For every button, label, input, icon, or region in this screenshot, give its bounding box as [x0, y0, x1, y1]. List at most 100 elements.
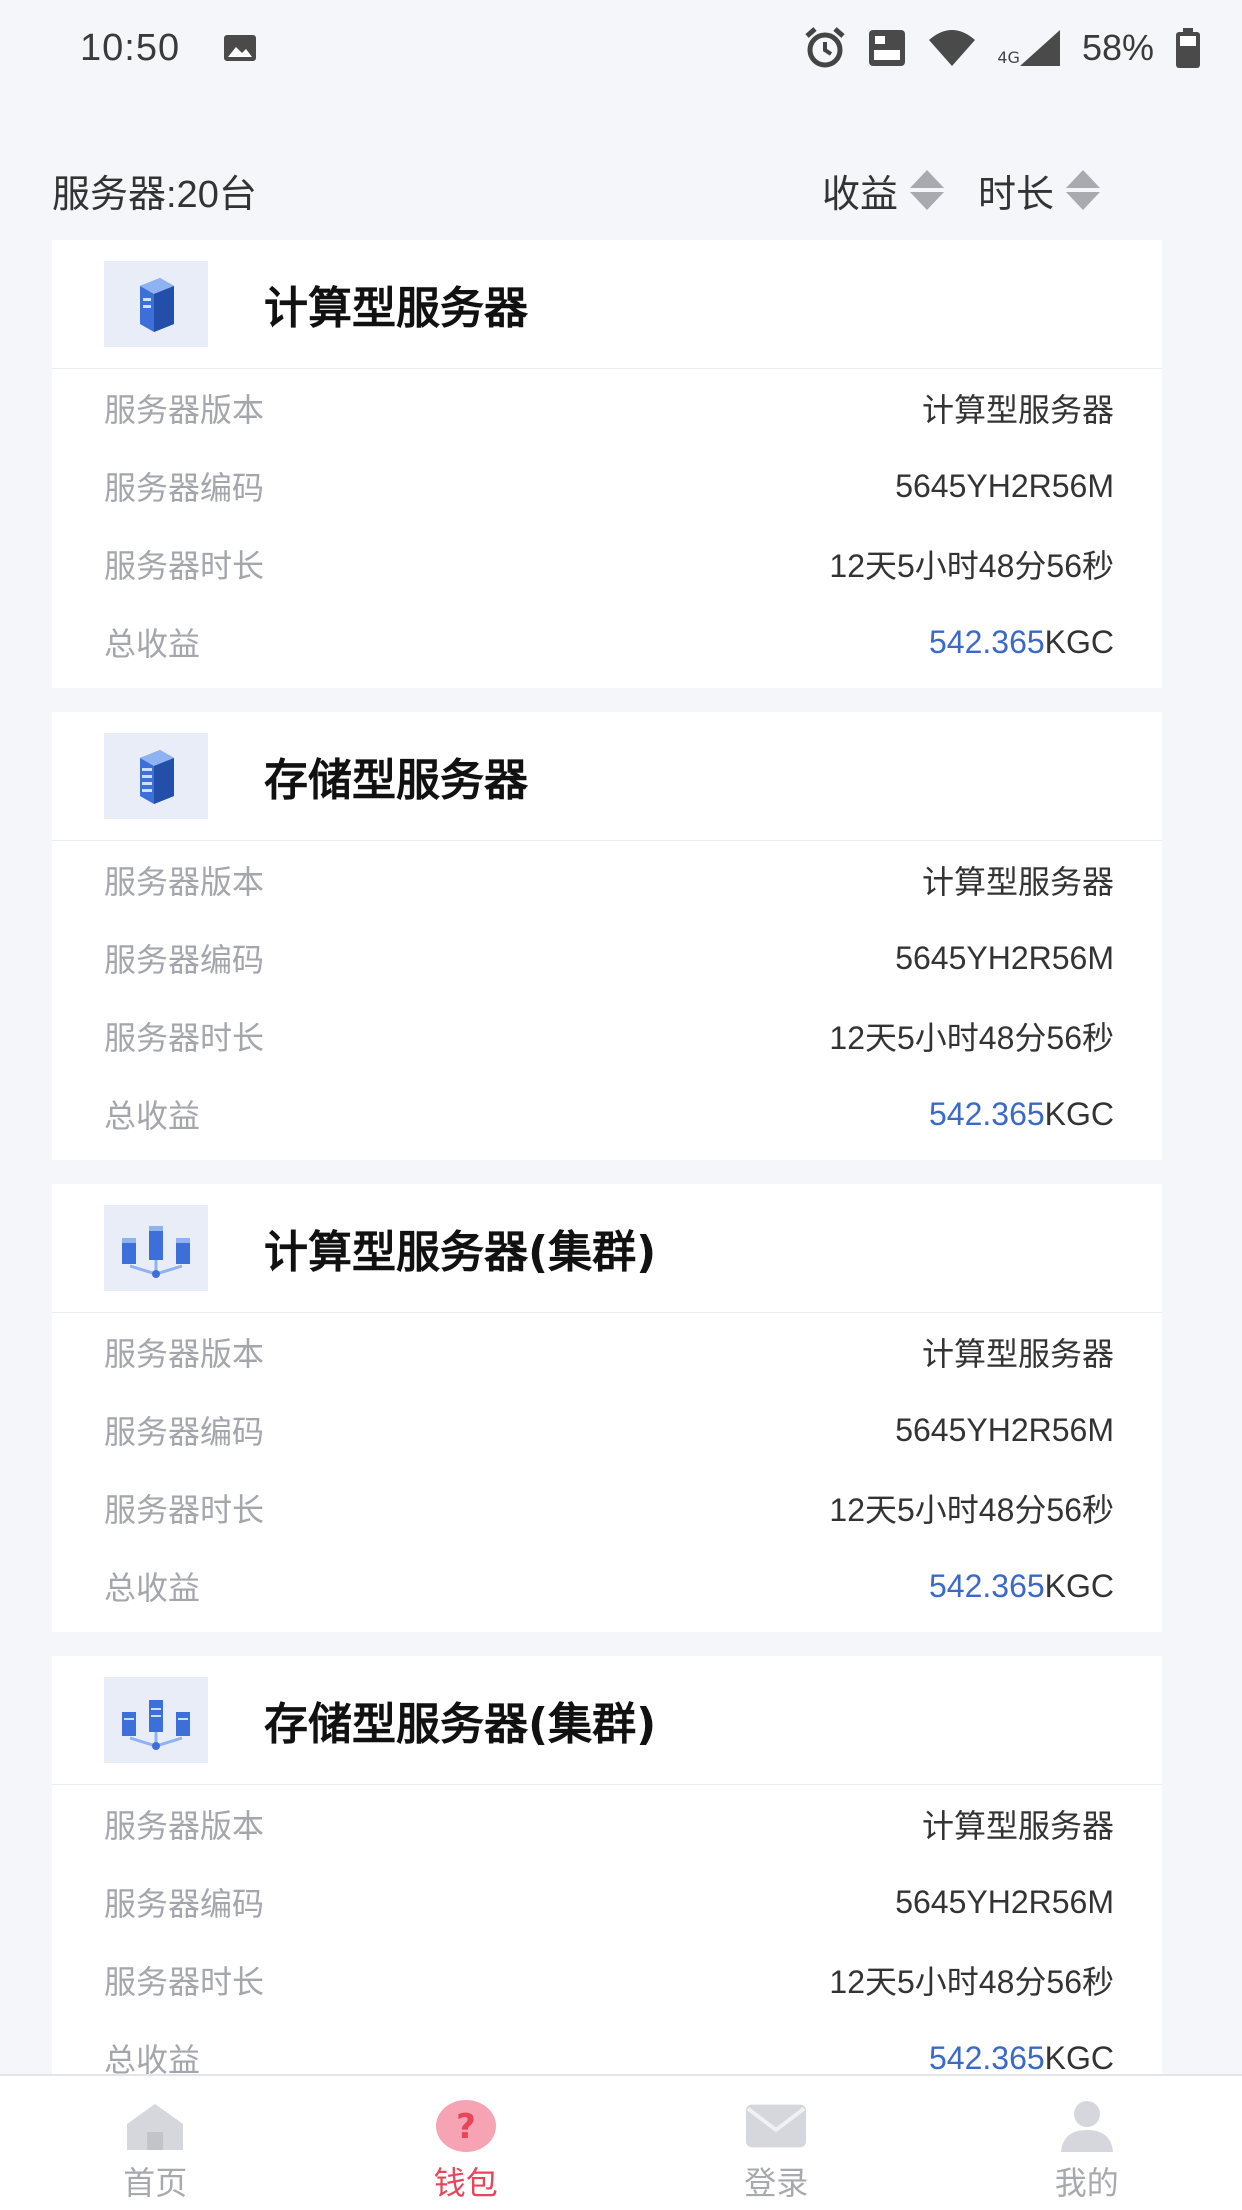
income-unit: KGC — [1045, 1096, 1114, 1132]
server-list: 计算型服务器 服务器版本 计算型服务器 服务器编码 5645YH2R56M 服务… — [52, 240, 1162, 2128]
code-row: 服务器编码 5645YH2R56M — [52, 1863, 1162, 1941]
duration-row: 服务器时长 12天5小时48分56秒 — [52, 525, 1162, 603]
duration-value: 12天5小时48分56秒 — [829, 541, 1114, 587]
home-icon — [123, 2098, 187, 2154]
version-label: 服务器版本 — [104, 1329, 264, 1375]
sort-income-button[interactable]: 收益 — [822, 163, 944, 218]
server-icon — [104, 261, 208, 347]
card-header: 计算型服务器(集群) — [52, 1184, 1162, 1313]
duration-label: 服务器时长 — [104, 1013, 264, 1059]
duration-value: 12天5小时48分56秒 — [829, 1957, 1114, 2003]
tab-login-label: 登录 — [744, 2158, 808, 2204]
status-bar: 10:50 4G 58% — [0, 0, 1242, 96]
battery-icon — [1174, 27, 1202, 69]
version-label: 服务器版本 — [104, 1801, 264, 1847]
server-card[interactable]: 计算型服务器 服务器版本 计算型服务器 服务器编码 5645YH2R56M 服务… — [52, 240, 1162, 688]
server-card[interactable]: 存储型服务器 服务器版本 计算型服务器 服务器编码 5645YH2R56M 服务… — [52, 712, 1162, 1160]
income-unit: KGC — [1045, 624, 1114, 660]
status-time: 10:50 — [80, 27, 180, 70]
code-value: 5645YH2R56M — [895, 468, 1114, 505]
card-title: 存储型服务器(集群) — [264, 1688, 656, 1752]
income-value: 542.365KGC — [929, 1568, 1114, 1605]
income-value: 542.365KGC — [929, 624, 1114, 661]
code-row: 服务器编码 5645YH2R56M — [52, 1391, 1162, 1469]
sort-duration-label: 时长 — [978, 163, 1054, 218]
card-header: 计算型服务器 — [52, 240, 1162, 369]
duration-row: 服务器时长 12天5小时48分56秒 — [52, 1941, 1162, 2019]
volte-icon — [867, 28, 907, 68]
tab-wallet-label: 钱包 — [434, 2158, 498, 2204]
image-icon — [222, 33, 258, 63]
status-icons: 4G 58% — [803, 26, 1202, 70]
card-title: 计算型服务器(集群) — [264, 1216, 656, 1280]
version-label: 服务器版本 — [104, 857, 264, 903]
server-card[interactable]: 存储型服务器(集群) 服务器版本 计算型服务器 服务器编码 5645YH2R56… — [52, 1656, 1162, 2104]
version-value: 计算型服务器 — [922, 857, 1114, 903]
card-title: 存储型服务器 — [264, 744, 528, 808]
duration-label: 服务器时长 — [104, 1957, 264, 2003]
storage-server-icon — [104, 733, 208, 819]
income-row: 总收益 542.365KGC — [52, 1547, 1162, 1625]
income-unit: KGC — [1045, 1568, 1114, 1604]
duration-label: 服务器时长 — [104, 1485, 264, 1531]
version-row: 服务器版本 计算型服务器 — [52, 841, 1162, 919]
code-value: 5645YH2R56M — [895, 940, 1114, 977]
user-icon — [1055, 2098, 1119, 2154]
sort-arrows-icon — [910, 170, 944, 210]
version-value: 计算型服务器 — [922, 1801, 1114, 1847]
alarm-icon — [803, 26, 847, 70]
code-label: 服务器编码 — [104, 1407, 264, 1453]
code-label: 服务器编码 — [104, 935, 264, 981]
bottom-tab-bar: 首页 ? 钱包 登录 我的 — [0, 2074, 1242, 2210]
tab-mine[interactable]: 我的 — [932, 2076, 1242, 2210]
sort-group: 收益 时长 — [822, 163, 1100, 218]
income-label: 总收益 — [104, 619, 200, 665]
tab-login[interactable]: 登录 — [621, 2076, 932, 2210]
income-amount: 542.365 — [929, 1096, 1045, 1132]
version-value: 计算型服务器 — [922, 385, 1114, 431]
income-value: 542.365KGC — [929, 2040, 1114, 2077]
version-row: 服务器版本 计算型服务器 — [52, 1313, 1162, 1391]
network-type: 4G — [997, 48, 1020, 67]
version-label: 服务器版本 — [104, 385, 264, 431]
tab-home-label: 首页 — [123, 2158, 187, 2204]
duration-row: 服务器时长 12天5小时48分56秒 — [52, 997, 1162, 1075]
wifi-icon — [927, 28, 977, 68]
duration-row: 服务器时长 12天5小时48分56秒 — [52, 1469, 1162, 1547]
list-header: 服务器:20台 收益 时长 — [0, 150, 1242, 230]
duration-value: 12天5小时48分56秒 — [829, 1013, 1114, 1059]
income-row: 总收益 542.365KGC — [52, 603, 1162, 681]
version-row: 服务器版本 计算型服务器 — [52, 369, 1162, 447]
income-amount: 542.365 — [929, 1568, 1045, 1604]
code-row: 服务器编码 5645YH2R56M — [52, 447, 1162, 525]
code-label: 服务器编码 — [104, 463, 264, 509]
storage-cluster-icon — [104, 1677, 208, 1763]
tab-mine-label: 我的 — [1055, 2158, 1119, 2204]
card-header: 存储型服务器 — [52, 712, 1162, 841]
version-value: 计算型服务器 — [922, 1329, 1114, 1375]
income-value: 542.365KGC — [929, 1096, 1114, 1133]
code-value: 5645YH2R56M — [895, 1412, 1114, 1449]
code-label: 服务器编码 — [104, 1879, 264, 1925]
tab-home[interactable]: 首页 — [0, 2076, 311, 2210]
sort-duration-button[interactable]: 时长 — [978, 163, 1100, 218]
svg-text:?: ? — [456, 2107, 476, 2147]
code-row: 服务器编码 5645YH2R56M — [52, 919, 1162, 997]
sort-income-label: 收益 — [822, 163, 898, 218]
income-label: 总收益 — [104, 1091, 200, 1137]
server-count: 服务器:20台 — [52, 163, 257, 218]
income-amount: 542.365 — [929, 2040, 1045, 2076]
version-row: 服务器版本 计算型服务器 — [52, 1785, 1162, 1863]
income-label: 总收益 — [104, 1563, 200, 1609]
duration-value: 12天5小时48分56秒 — [829, 1485, 1114, 1531]
code-value: 5645YH2R56M — [895, 1884, 1114, 1921]
duration-label: 服务器时长 — [104, 541, 264, 587]
income-row: 总收益 542.365KGC — [52, 1075, 1162, 1153]
server-card[interactable]: 计算型服务器(集群) 服务器版本 计算型服务器 服务器编码 5645YH2R56… — [52, 1184, 1162, 1632]
mail-icon — [744, 2098, 808, 2154]
question-icon: ? — [434, 2098, 498, 2154]
signal-icon — [1018, 28, 1062, 68]
sort-arrows-icon — [1066, 170, 1100, 210]
income-unit: KGC — [1045, 2040, 1114, 2076]
tab-wallet[interactable]: ? 钱包 — [311, 2076, 622, 2210]
